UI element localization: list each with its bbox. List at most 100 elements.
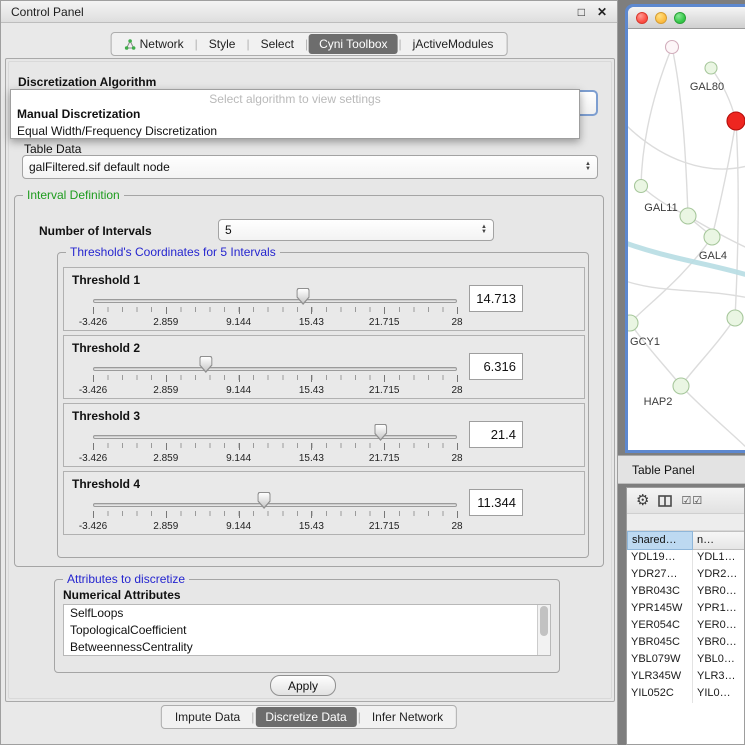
attribute-items: SelfLoopsTopologicalCoefficientBetweenne… <box>64 605 550 656</box>
slider-track[interactable] <box>93 503 457 507</box>
threshold-4-value-input[interactable]: 11.344 <box>469 489 523 516</box>
tab-jactivemodules-label: jActiveModules <box>413 37 494 51</box>
bottom-tab-impute-data[interactable]: Impute Data <box>165 707 250 727</box>
threshold-2-value-input[interactable]: 6.316 <box>469 353 523 380</box>
interval-definition-group: Interval Definition Number of Intervals … <box>14 195 604 567</box>
table-data-value: galFiltered.sif default node <box>29 160 580 174</box>
scrollbar-thumb[interactable] <box>540 606 548 636</box>
network-node[interactable] <box>704 229 720 245</box>
attribute-item-betweennesscentrality[interactable]: BetweennessCentrality <box>64 639 550 656</box>
cell-name: YER0… <box>693 618 744 635</box>
slider-major-tick <box>239 443 240 450</box>
cell-name: YIL0… <box>693 686 744 703</box>
network-node[interactable] <box>635 180 648 193</box>
network-edge <box>672 47 688 216</box>
algorithm-option-equal-width-frequency[interactable]: Equal Width/Frequency Discretization <box>11 123 579 140</box>
bottom-tab-infer-network-label: Infer Network <box>372 710 443 724</box>
network-node-selected[interactable] <box>727 112 745 130</box>
slider-scale-label: 28 <box>451 521 462 532</box>
table-row[interactable]: YIL052CYIL0… <box>627 686 744 703</box>
table-row[interactable]: YDR27…YDR2… <box>627 567 744 584</box>
bottom-tab-discretize-data-label: Discretize Data <box>265 710 346 724</box>
close-window-icon[interactable]: ✕ <box>597 5 607 19</box>
algorithm-option-manual-discretization[interactable]: Manual Discretization <box>11 106 579 123</box>
tab-jactivemodules[interactable]: jActiveModules <box>403 34 504 54</box>
slider-track[interactable] <box>93 367 457 371</box>
cell-name: YLR3… <box>693 669 744 686</box>
network-node[interactable] <box>705 62 717 74</box>
table-row[interactable]: YER054CYER0… <box>627 618 744 635</box>
number-of-intervals-combobox[interactable]: 5 ▲▼ <box>218 219 494 241</box>
slider-minor-ticks <box>93 443 457 448</box>
cell-shared-name: YLR345W <box>627 669 693 686</box>
close-traffic-light-icon[interactable] <box>636 12 648 24</box>
bottom-tab-infer-network[interactable]: Infer Network <box>362 707 453 727</box>
network-node[interactable] <box>666 41 679 54</box>
cell-name: YBL0… <box>693 652 744 669</box>
threshold-2-slider[interactable]: -3.4262.8599.14415.4321.71528 <box>93 358 457 398</box>
apply-button[interactable]: Apply <box>270 675 336 696</box>
bottom-tab-discretize-data[interactable]: Discretize Data <box>255 707 356 727</box>
slider-track[interactable] <box>93 435 457 439</box>
network-icon <box>125 39 136 50</box>
threshold-1-value-input[interactable]: 14.713 <box>469 285 523 312</box>
columns-icon[interactable] <box>658 495 672 507</box>
table-row[interactable]: YBL079WYBL0… <box>627 652 744 669</box>
threshold-4-box: Threshold 4-3.4262.8599.14415.4321.71528… <box>63 471 585 535</box>
column-header-name[interactable]: n… <box>693 531 744 550</box>
numerical-attributes-label: Numerical Attributes <box>63 588 181 602</box>
network-canvas[interactable]: GAL80GAL11GAL4GCY1HAP2 <box>628 29 745 450</box>
network-node[interactable] <box>680 208 696 224</box>
slider-major-tick <box>166 511 167 518</box>
network-node[interactable] <box>727 310 743 326</box>
network-edge <box>735 121 738 318</box>
tab-cyni-toolbox[interactable]: Cyni Toolbox <box>309 34 397 54</box>
gear-icon[interactable]: ⚙ <box>636 493 649 508</box>
attributes-scrollbar[interactable] <box>537 605 550 655</box>
network-edge <box>630 323 681 386</box>
algorithm-placeholder-option[interactable]: Select algorithm to view settings <box>11 90 579 106</box>
float-window-icon[interactable]: □ <box>578 5 585 19</box>
threshold-3-label: Threshold 3 <box>72 409 140 423</box>
tab-network-label: Network <box>140 37 184 51</box>
slider-scale-label: 21.715 <box>369 385 400 396</box>
select-all-icon[interactable]: ☑☑ <box>681 494 703 507</box>
network-node[interactable] <box>673 378 689 394</box>
threshold-3-slider[interactable]: -3.4262.8599.14415.4321.71528 <box>93 426 457 466</box>
table-row[interactable]: YBR045CYBR0… <box>627 635 744 652</box>
threshold-1-slider[interactable]: -3.4262.8599.14415.4321.71528 <box>93 290 457 330</box>
attribute-item-selfloops[interactable]: SelfLoops <box>64 605 550 622</box>
cell-shared-name: YIL052C <box>627 686 693 703</box>
table-data-combobox[interactable]: galFiltered.sif default node ▲▼ <box>22 155 598 179</box>
cell-shared-name: YDL19… <box>627 550 693 567</box>
network-edge-highlighted <box>628 241 745 277</box>
tab-network[interactable]: Network <box>115 34 194 54</box>
zoom-traffic-light-icon[interactable] <box>674 12 686 24</box>
slider-track[interactable] <box>93 299 457 303</box>
table-row[interactable]: YDL19…YDL1… <box>627 550 744 567</box>
cell-shared-name: YBL079W <box>627 652 693 669</box>
network-window-titlebar[interactable] <box>628 7 745 29</box>
bottom-tab-bar: Impute Data|Discretize Data|Infer Networ… <box>161 705 457 729</box>
table-row[interactable]: YLR345WYLR3… <box>627 669 744 686</box>
tab-style[interactable]: Style <box>199 34 246 54</box>
minimize-traffic-light-icon[interactable] <box>655 12 667 24</box>
tab-select-label: Select <box>261 37 294 51</box>
threshold-4-slider[interactable]: -3.4262.8599.14415.4321.71528 <box>93 494 457 534</box>
combobox-stepper-icon: ▲▼ <box>476 225 487 235</box>
attributes-group: Attributes to discretize Numerical Attri… <box>54 579 560 673</box>
slider-scale-label: 15.43 <box>299 317 324 328</box>
threshold-3-value-input[interactable]: 21.4 <box>469 421 523 448</box>
slider-major-tick <box>239 511 240 518</box>
slider-major-tick <box>311 307 312 314</box>
column-header-shared-name[interactable]: shared… <box>627 531 693 550</box>
table-row[interactable]: YBR043CYBR0… <box>627 584 744 601</box>
numerical-attributes-list[interactable]: SelfLoopsTopologicalCoefficientBetweenne… <box>63 604 551 656</box>
control-panel-window: Control Panel □ ✕ Network|Style|Select|C… <box>0 0 618 745</box>
slider-scale-label: 9.144 <box>226 317 251 328</box>
table-row[interactable]: YPR145WYPR1… <box>627 601 744 618</box>
tab-select[interactable]: Select <box>251 34 304 54</box>
slider-scale-label: -3.426 <box>79 317 107 328</box>
cell-shared-name: YPR145W <box>627 601 693 618</box>
attribute-item-topologicalcoefficient[interactable]: TopologicalCoefficient <box>64 622 550 639</box>
